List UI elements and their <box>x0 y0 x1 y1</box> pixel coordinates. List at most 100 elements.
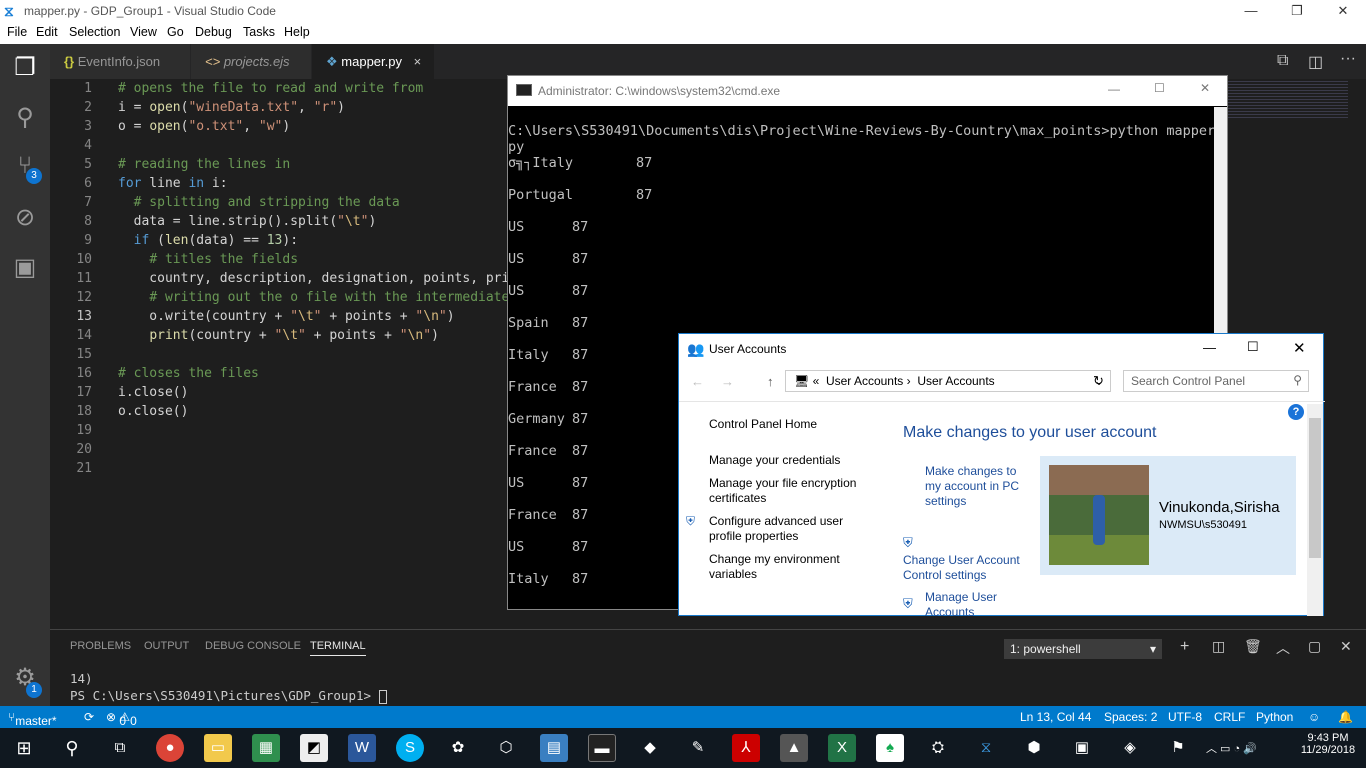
code-line[interactable]: i.close() <box>118 383 188 402</box>
menu-file[interactable]: File <box>7 25 27 39</box>
help-icon[interactable]: ? <box>1288 404 1304 420</box>
close-button[interactable]: ✕ <box>1320 0 1366 22</box>
control-panel-home-link[interactable]: Control Panel Home <box>709 417 817 432</box>
manage-credentials-link[interactable]: Manage your credentials <box>709 453 840 468</box>
app-icon[interactable]: ⛭ <box>924 734 952 762</box>
code-line[interactable]: i = open("wineData.txt", "r") <box>118 98 345 117</box>
encoding[interactable]: UTF-8 <box>1168 710 1202 724</box>
breadcrumb-item[interactable]: User Accounts <box>917 374 994 388</box>
task-view-icon[interactable]: ⧉ <box>106 734 134 762</box>
app-icon[interactable]: ▣ <box>1068 734 1096 762</box>
menu-go[interactable]: Go <box>167 25 184 39</box>
minimize-button[interactable]: — <box>1228 0 1274 22</box>
spreadsheet-app-icon[interactable]: ▦ <box>252 734 280 762</box>
advanced-profile-link[interactable]: Configure advanced user profile properti… <box>709 514 859 544</box>
search-icon[interactable]: ⚲ <box>58 734 86 762</box>
problems-indicator[interactable]: ⊗ 0 ⚠ 0 <box>106 710 137 728</box>
file-encryption-link[interactable]: Manage your file encryption certificates <box>709 476 869 506</box>
restore-button[interactable]: ❐ <box>1274 0 1320 22</box>
scrollbar-thumb[interactable] <box>1309 418 1321 558</box>
explorer-icon[interactable]: ❐ <box>0 44 50 92</box>
search-icon[interactable]: ⚲ <box>0 94 50 142</box>
code-line[interactable]: data = line.strip().split("\t") <box>118 212 377 231</box>
tab-terminal[interactable]: TERMINAL <box>310 640 366 656</box>
menu-help[interactable]: Help <box>284 25 310 39</box>
code-line[interactable]: # opens the file to read and write from <box>118 79 423 98</box>
code-line[interactable]: o.close() <box>118 402 188 421</box>
terminal-prompt[interactable]: PS C:\Users\S530491\Pictures\GDP_Group1> <box>70 688 387 704</box>
cursor-position[interactable]: Ln 13, Col 44 <box>1020 710 1091 724</box>
code-line[interactable]: # writing out the o file with the interm… <box>118 288 509 307</box>
forward-arrow-icon[interactable]: → <box>721 374 734 389</box>
close-tab-icon[interactable]: × <box>414 54 422 69</box>
app-icon[interactable]: ◆ <box>636 734 664 762</box>
cmd-icon[interactable]: ▬ <box>588 734 616 762</box>
vscode-icon[interactable]: ⧖ <box>972 734 1000 762</box>
tab-eventinfo[interactable]: {} EventInfo.json <box>50 44 190 79</box>
open-changes-icon[interactable]: ⧉ <box>1277 52 1288 70</box>
tools-icon[interactable]: ✎ <box>684 734 712 762</box>
more-actions-icon[interactable]: ··· <box>1340 50 1356 68</box>
menu-tasks[interactable]: Tasks <box>243 25 275 39</box>
pc-settings-link[interactable]: Make changes to my account in PC setting… <box>925 464 1029 509</box>
cmd-maximize-button[interactable]: ☐ <box>1154 81 1165 95</box>
terminal-select[interactable]: 1: powershell ▾ <box>1004 639 1162 659</box>
clock[interactable]: 9:43 PM 11/29/2018 <box>1298 732 1358 756</box>
code-line[interactable]: if (len(data) == 13): <box>118 231 298 250</box>
split-terminal-icon[interactable]: ◫ <box>1212 638 1225 655</box>
control-panel-icon[interactable]: ▤ <box>540 734 568 762</box>
photos-icon[interactable]: ▲ <box>780 734 808 762</box>
tab-output[interactable]: OUTPUT <box>144 640 189 652</box>
cmd-minimize-button[interactable]: — <box>1108 82 1120 96</box>
manage-user-accounts-link[interactable]: Manage User Accounts <box>925 590 1015 620</box>
menu-edit[interactable]: Edit <box>36 25 58 39</box>
menu-selection[interactable]: Selection <box>69 25 120 39</box>
line-ending[interactable]: CRLF <box>1214 710 1245 724</box>
chevron-up-icon[interactable]: ︿ <box>1276 638 1290 658</box>
word-icon[interactable]: W <box>348 734 376 762</box>
trash-icon[interactable]: 🗑 <box>1244 638 1262 655</box>
maximize-panel-icon[interactable]: ▢ <box>1308 638 1321 655</box>
tab-debug-console[interactable]: DEBUG CONSOLE <box>205 640 301 652</box>
skype-icon[interactable]: S <box>396 734 424 762</box>
source-control-icon[interactable]: ⑂ <box>0 142 50 190</box>
breadcrumb-item[interactable]: User Accounts <box>826 374 903 388</box>
user-accounts-window[interactable]: 👥 User Accounts — ☐ ✕ ← → ↑ 🖥 « User Acc… <box>678 333 1325 619</box>
back-arrow-icon[interactable]: ← <box>691 374 704 389</box>
smiley-icon[interactable]: ☺ <box>1308 710 1320 724</box>
menu-view[interactable]: View <box>130 25 157 39</box>
menu-debug[interactable]: Debug <box>195 25 232 39</box>
close-panel-icon[interactable]: ✕ <box>1340 638 1352 655</box>
code-line[interactable]: # splitting and stripping the data <box>118 193 400 212</box>
debug-icon[interactable]: ⊘ <box>0 194 50 242</box>
uac-settings-link[interactable]: Change User Account Control settings <box>903 553 1027 583</box>
windows-start-icon[interactable]: ⊞ <box>10 734 38 762</box>
language-mode[interactable]: Python <box>1256 710 1293 724</box>
sticky-notes-icon[interactable]: ◩ <box>300 734 328 762</box>
code-line[interactable]: o = open("o.txt", "w") <box>118 117 290 136</box>
refresh-icon[interactable]: ↻ <box>1093 373 1104 389</box>
branch-indicator[interactable]: ⑂ master* <box>8 710 57 728</box>
ua-close-button[interactable]: ✕ <box>1293 339 1306 357</box>
code-line[interactable]: print(country + "\t" + points + "\n") <box>118 326 439 345</box>
ua-minimize-button[interactable]: — <box>1203 340 1216 355</box>
app-icon[interactable]: ⚑ <box>1164 734 1192 762</box>
sync-icon[interactable]: ⟳ <box>84 710 94 724</box>
tab-mapper[interactable]: ❖ mapper.py × <box>312 44 434 79</box>
tab-problems[interactable]: PROBLEMS <box>70 640 131 652</box>
system-tray[interactable]: ︿ ▭ ◔ 🔊 <box>1206 740 1257 756</box>
minimap[interactable] <box>1228 79 1348 119</box>
up-arrow-icon[interactable]: ↑ <box>767 374 774 389</box>
box-icon[interactable]: ⬢ <box>1020 734 1048 762</box>
ua-scrollbar[interactable] <box>1307 404 1323 616</box>
git-icon[interactable]: ◈ <box>1116 734 1144 762</box>
virtualbox-icon[interactable]: ⬡ <box>492 734 520 762</box>
ua-maximize-button[interactable]: ☐ <box>1247 339 1259 355</box>
split-editor-icon[interactable]: ◫ <box>1308 52 1323 72</box>
chrome-icon[interactable]: ● <box>156 734 184 762</box>
extensions-icon[interactable]: ▣ <box>0 244 50 292</box>
breadcrumb-overflow[interactable]: « <box>813 374 820 388</box>
search-input[interactable]: Search Control Panel ⚲ <box>1123 370 1309 392</box>
tab-projects[interactable]: <> projects.ejs <box>191 44 311 79</box>
address-bar[interactable]: 🖥 « User Accounts › User Accounts ⌄ <box>785 370 1111 392</box>
